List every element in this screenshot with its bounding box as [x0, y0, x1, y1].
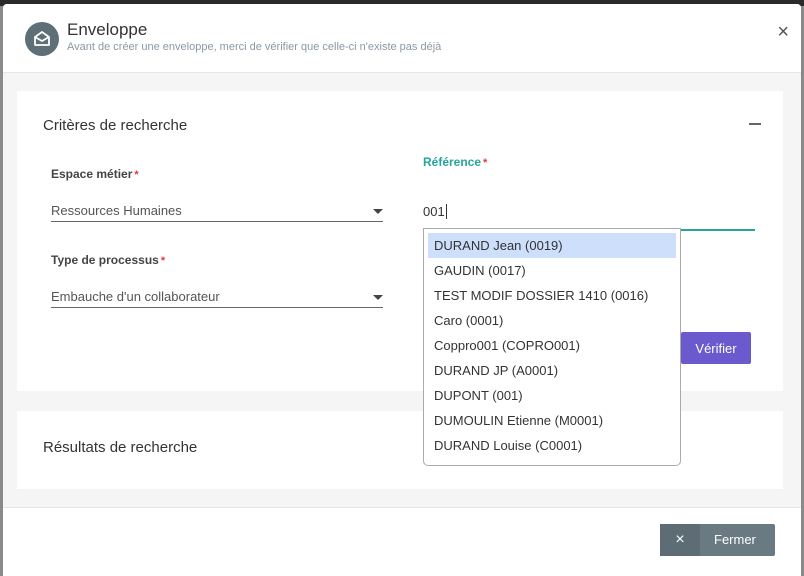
caret-down-icon — [373, 209, 383, 214]
reference-label: Référence * — [423, 155, 488, 169]
modal-subtitle: Avant de créer une enveloppe, merci de v… — [67, 41, 442, 53]
envelope-icon — [25, 22, 59, 56]
suggestion-item[interactable]: DUPONT (001) — [428, 383, 676, 408]
espace-metier-value: Ressources Humaines — [51, 203, 182, 218]
results-title: Résultats de recherche — [43, 439, 198, 456]
caret-down-icon — [373, 295, 383, 300]
espace-metier-label: Espace métier * — [51, 167, 139, 181]
suggestion-item[interactable]: DURAND Jean (0019) — [428, 233, 676, 258]
type-processus-select[interactable]: Embauche d'un collaborateur — [51, 287, 383, 308]
suggestion-item[interactable]: GAUDIN (0017) — [428, 258, 676, 283]
criteria-title: Critères de recherche — [43, 117, 188, 134]
suggestion-item[interactable]: DUMOULIN Etienne (M0001) — [428, 408, 676, 433]
reference-suggestions: DURAND Jean (0019) GAUDIN (0017) TEST MO… — [423, 228, 681, 466]
suggestion-item[interactable]: DURAND Louise (C0001) — [428, 433, 676, 458]
type-processus-label: Type de processus * — [51, 253, 166, 267]
close-button-label: Fermer — [714, 532, 756, 547]
suggestion-item[interactable]: Coppro001 (COPRO001) — [428, 333, 676, 358]
close-icon[interactable]: × — [777, 22, 789, 42]
reference-input[interactable]: 001 — [423, 201, 755, 231]
suggestion-item[interactable]: Caro (0001) — [428, 308, 676, 333]
reference-value: 001 — [423, 204, 447, 219]
espace-metier-select[interactable]: Ressources Humaines — [51, 201, 383, 222]
minus-icon[interactable] — [749, 123, 761, 125]
close-icon: × — [660, 524, 700, 556]
suggestion-item[interactable]: TEST MODIF DOSSIER 1410 (0016) — [428, 283, 676, 308]
type-processus-value: Embauche d'un collaborateur — [51, 289, 220, 304]
modal-footer: × Fermer — [3, 507, 801, 576]
envelope-modal: Enveloppe Avant de créer une enveloppe, … — [3, 4, 801, 576]
verify-button[interactable]: Vérifier — [681, 332, 751, 364]
modal-header: Enveloppe Avant de créer une enveloppe, … — [3, 4, 801, 73]
modal-title: Enveloppe — [67, 20, 148, 39]
close-button[interactable]: × Fermer — [660, 524, 775, 556]
suggestion-item[interactable]: DURAND JP (A0001) — [428, 358, 676, 383]
